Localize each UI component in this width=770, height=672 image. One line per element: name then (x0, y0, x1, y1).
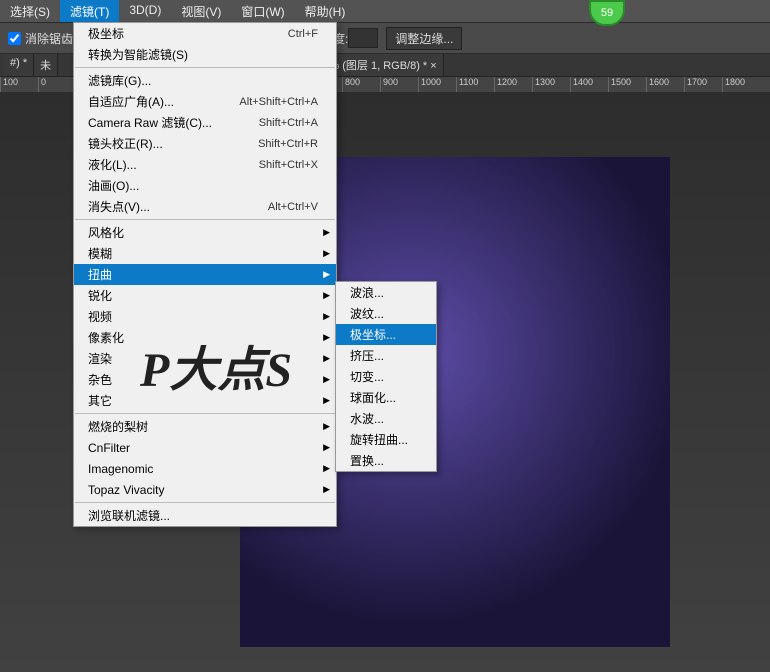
submenu-item-挤压...[interactable]: 挤压... (336, 345, 436, 366)
submenu-arrow-icon: ▶ (323, 421, 330, 432)
submenu-arrow-icon: ▶ (323, 395, 330, 406)
menu-item-Imagenomic[interactable]: Imagenomic▶ (74, 458, 336, 479)
submenu-item-波纹...[interactable]: 波纹... (336, 303, 436, 324)
submenu-item-切变...[interactable]: 切变... (336, 366, 436, 387)
submenu-arrow-icon: ▶ (323, 269, 330, 280)
submenu-arrow-icon: ▶ (323, 442, 330, 453)
tab-1[interactable]: 未 (34, 54, 58, 76)
menu-item-渲染[interactable]: 渲染▶ (74, 348, 336, 369)
submenu-arrow-icon: ▶ (323, 227, 330, 238)
menu-item-消失点(V)...[interactable]: 消失点(V)...Alt+Ctrl+V (74, 196, 336, 217)
menu-item-杂色[interactable]: 杂色▶ (74, 369, 336, 390)
antialias-label: 消除锯齿 (25, 30, 73, 47)
menu-帮助(H)[interactable]: 帮助(H) (295, 0, 356, 22)
menu-item-模糊[interactable]: 模糊▶ (74, 243, 336, 264)
menu-item-扭曲[interactable]: 扭曲▶ (74, 264, 336, 285)
submenu-item-波浪...[interactable]: 波浪... (336, 282, 436, 303)
menu-item-Topaz Vivacity[interactable]: Topaz Vivacity▶ (74, 479, 336, 500)
tab-0[interactable]: #) * (4, 54, 34, 76)
submenu-arrow-icon: ▶ (323, 463, 330, 474)
distort-submenu: 波浪...波纹...极坐标...挤压...切变...球面化...水波...旋转扭… (335, 281, 437, 472)
menu-选择(S)[interactable]: 选择(S) (0, 0, 60, 22)
menu-item-极坐标[interactable]: 极坐标Ctrl+F (74, 23, 336, 44)
menu-item-液化(L)...[interactable]: 液化(L)...Shift+Ctrl+X (74, 154, 336, 175)
menu-item-其它[interactable]: 其它▶ (74, 390, 336, 411)
menu-item-自适应广角(A)...[interactable]: 自适应广角(A)...Alt+Shift+Ctrl+A (74, 91, 336, 112)
menu-item-镜头校正(R)...[interactable]: 镜头校正(R)...Shift+Ctrl+R (74, 133, 336, 154)
menu-item-油画(O)...[interactable]: 油画(O)... (74, 175, 336, 196)
menu-item-滤镜库(G)...[interactable]: 滤镜库(G)... (74, 70, 336, 91)
opacity-field[interactable] (348, 28, 378, 48)
submenu-arrow-icon: ▶ (323, 248, 330, 259)
menu-窗口(W)[interactable]: 窗口(W) (231, 0, 294, 22)
submenu-arrow-icon: ▶ (323, 311, 330, 322)
submenu-arrow-icon: ▶ (323, 332, 330, 343)
submenu-item-水波...[interactable]: 水波... (336, 408, 436, 429)
menu-3D(D)[interactable]: 3D(D) (119, 0, 171, 22)
menu-item-视频[interactable]: 视频▶ (74, 306, 336, 327)
menu-item-燃烧的梨树[interactable]: 燃烧的梨树▶ (74, 416, 336, 437)
filter-menu: 极坐标Ctrl+F转换为智能滤镜(S) 滤镜库(G)...自适应广角(A)...A… (73, 22, 337, 527)
submenu-item-旋转扭曲...[interactable]: 旋转扭曲... (336, 429, 436, 450)
menu-视图(V)[interactable]: 视图(V) (171, 0, 231, 22)
adjust-edge-button[interactable]: 调整边缘... (386, 27, 462, 50)
menu-item-像素化[interactable]: 像素化▶ (74, 327, 336, 348)
submenu-item-球面化...[interactable]: 球面化... (336, 387, 436, 408)
menubar: 选择(S)滤镜(T)3D(D)视图(V)窗口(W)帮助(H) (0, 0, 770, 23)
menu-滤镜(T)[interactable]: 滤镜(T) (60, 0, 119, 22)
menu-item-Camera Raw 滤镜(C)...[interactable]: Camera Raw 滤镜(C)...Shift+Ctrl+A (74, 112, 336, 133)
submenu-arrow-icon: ▶ (323, 374, 330, 385)
submenu-arrow-icon: ▶ (323, 353, 330, 364)
menu-item-CnFilter[interactable]: CnFilter▶ (74, 437, 336, 458)
menu-item-浏览联机滤镜...[interactable]: 浏览联机滤镜... (74, 505, 336, 526)
submenu-arrow-icon: ▶ (323, 290, 330, 301)
menu-item-锐化[interactable]: 锐化▶ (74, 285, 336, 306)
antialias-checkbox[interactable] (8, 32, 21, 45)
submenu-item-极坐标...[interactable]: 极坐标... (336, 324, 436, 345)
menu-item-转换为智能滤镜(S)[interactable]: 转换为智能滤镜(S) (74, 44, 336, 65)
submenu-arrow-icon: ▶ (323, 484, 330, 495)
menu-item-风格化[interactable]: 风格化▶ (74, 222, 336, 243)
submenu-item-置换...[interactable]: 置换... (336, 450, 436, 471)
